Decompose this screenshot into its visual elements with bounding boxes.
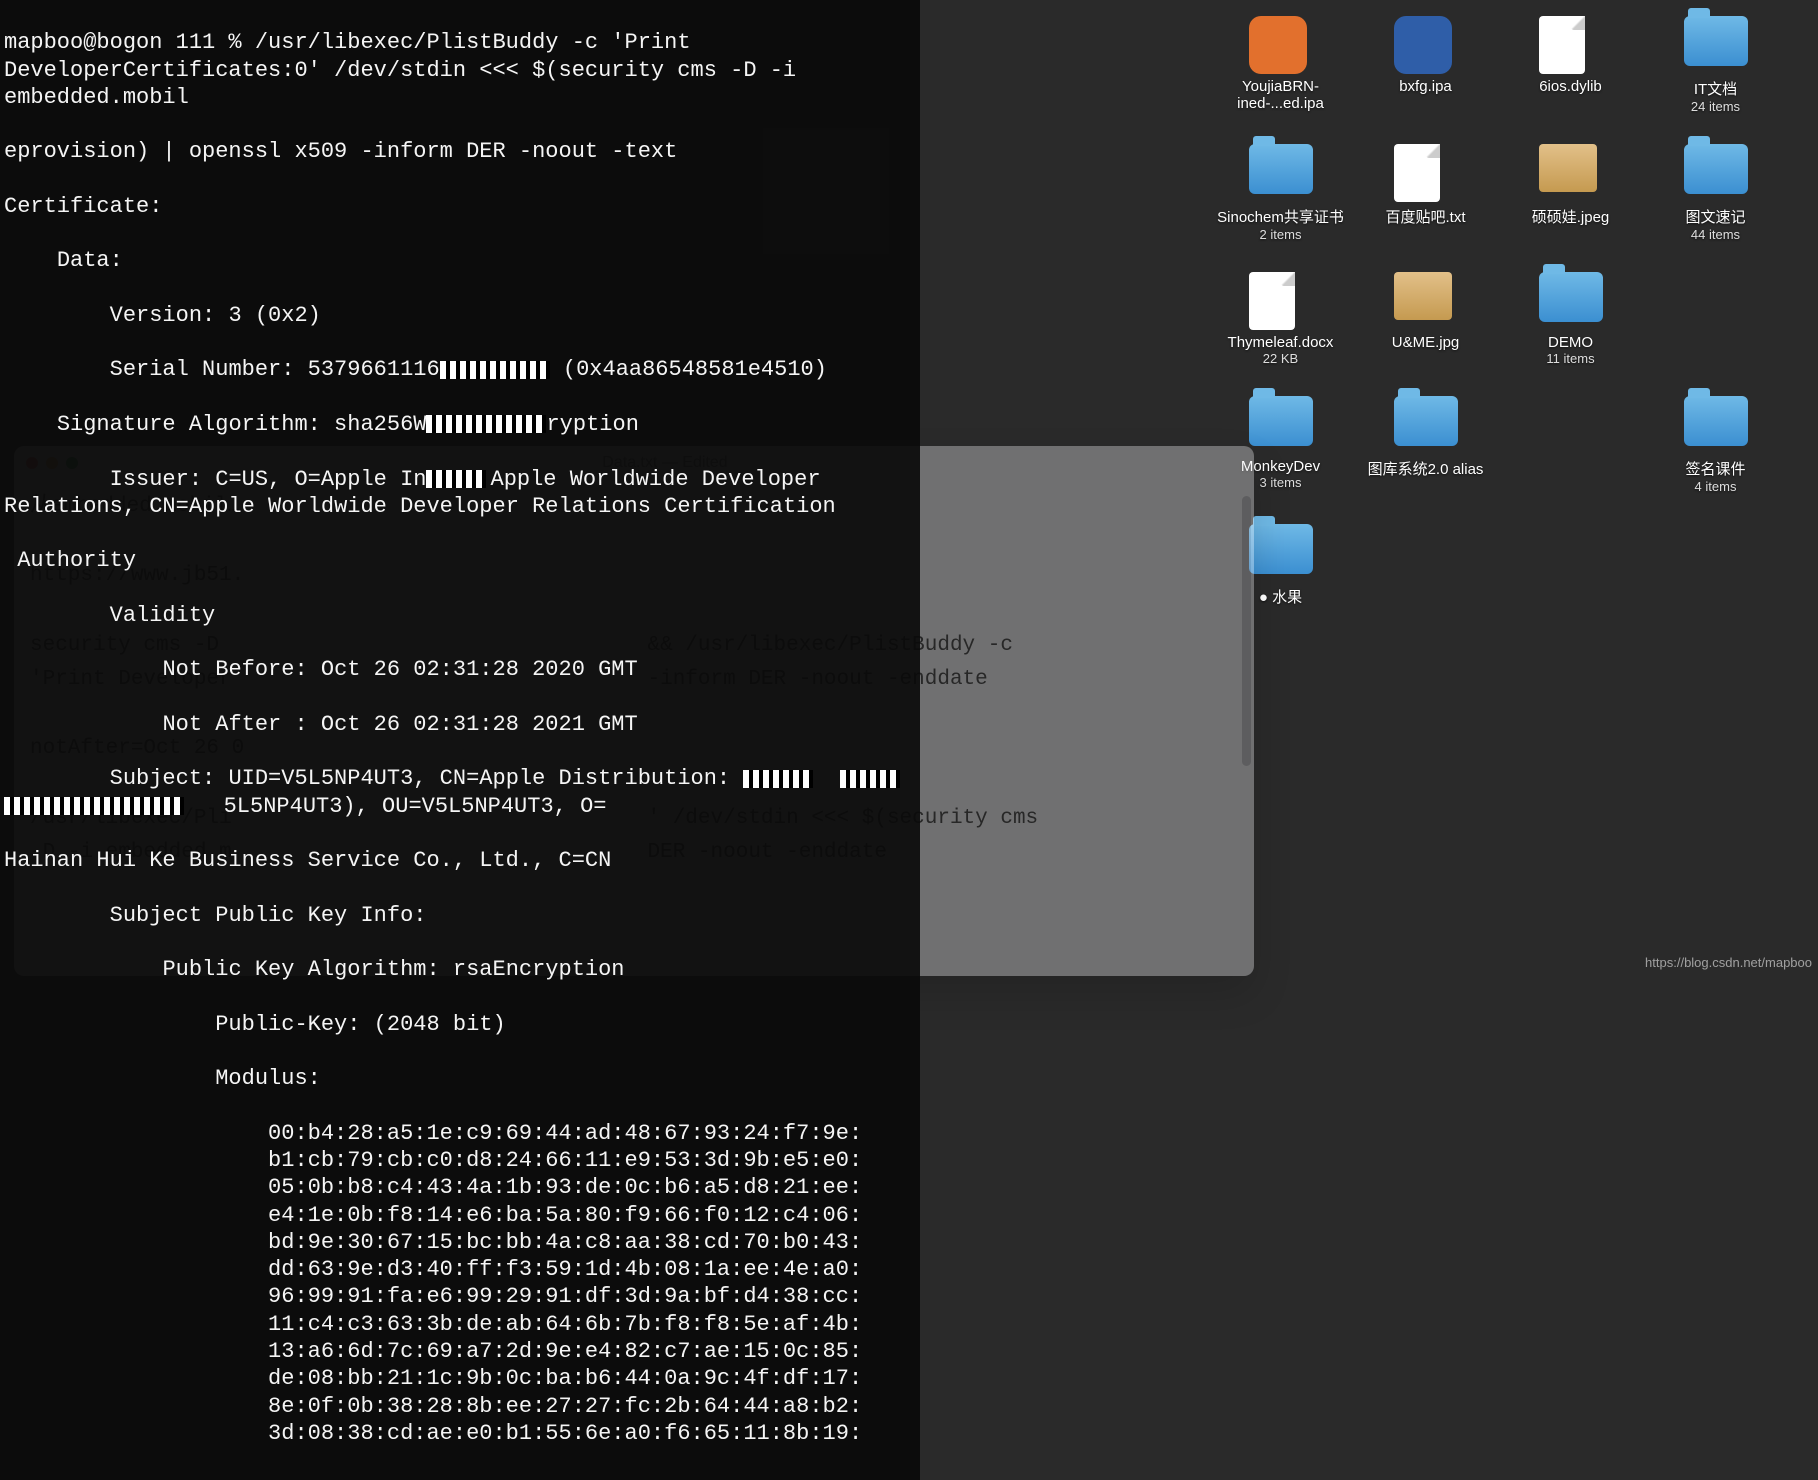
cert-modulus-line: 00:b4:28:a5:1e:c9:69:44:ad:48:67:93:24:f… <box>4 1120 916 1147</box>
app-icon <box>1249 16 1313 72</box>
cert-authority: Authority <box>4 547 916 574</box>
redacted-block <box>743 770 813 788</box>
folder-icon <box>1249 524 1313 580</box>
cert-modulus-line: 3d:08:38:cd:ae:e0:b1:55:6e:a0:f6:65:11:8… <box>4 1420 916 1447</box>
folder-icon <box>1394 396 1458 452</box>
desktop-item-label: 百度贴吧.txt <box>1385 206 1465 227</box>
cert-modulus-line: e4:1e:0b:f8:14:e6:ba:5a:80:f9:66:f0:12:c… <box>4 1202 916 1229</box>
desktop-item[interactable]: U&ME.jpg <box>1353 272 1498 366</box>
cert-serial: Serial Number: 5379661116 <box>4 357 440 382</box>
app-icon <box>1394 16 1458 72</box>
desktop-item-sublabel: 44 items <box>1691 227 1740 242</box>
desktop-item[interactable]: Sinochem共享证书2 items <box>1208 144 1353 242</box>
redacted-block <box>840 770 900 788</box>
desktop-item-label: 图文速记 <box>1685 206 1745 227</box>
redacted-block <box>4 797 184 815</box>
desktop-item-label: YoujiaBRN-ined-...ed.ipa <box>1208 78 1353 112</box>
desktop-item-sublabel: 3 items <box>1260 475 1302 490</box>
cert-modulus-line: 11:c4:c3:63:3b:de:ab:64:6b:7b:f8:f8:5e:a… <box>4 1311 916 1338</box>
cert-pkalg: Public Key Algorithm: rsaEncryption <box>4 956 916 983</box>
document-icon <box>1394 144 1458 200</box>
cert-modulus-line: 05:0b:b8:c4:43:4a:1b:93:de:0c:b6:a5:d8:2… <box>4 1174 916 1201</box>
desktop-item-sublabel: 2 items <box>1260 227 1302 242</box>
desktop-item-sublabel: 24 items <box>1691 99 1740 114</box>
folder-icon <box>1539 272 1603 328</box>
desktop-item-label: U&ME.jpg <box>1392 334 1460 351</box>
cert-data: Data: <box>4 247 916 274</box>
cert-modulus-line: 13:a6:6d:7c:69:a7:2d:9e:e4:82:c7:ae:15:0… <box>4 1338 916 1365</box>
cert-modulus: Modulus: <box>4 1065 916 1092</box>
desktop-item[interactable]: 硕硕娃.jpeg <box>1498 144 1643 242</box>
cert-pkbits: Public-Key: (2048 bit) <box>4 1011 916 1038</box>
cert-not-before: Not Before: Oct 26 02:31:28 2020 GMT <box>4 656 916 683</box>
folder-icon <box>1684 144 1748 200</box>
desktop-item[interactable]: DEMO11 items <box>1498 272 1643 366</box>
redacted-block <box>426 470 486 488</box>
desktop-item-label: 图库系统2.0 alias <box>1368 458 1484 479</box>
cert-modulus-line: dd:63:9e:d3:40:ff:f3:59:1d:4b:08:1a:ee:4… <box>4 1256 916 1283</box>
cert-spki: Subject Public Key Info: <box>4 902 916 929</box>
redacted-block <box>440 361 550 379</box>
desktop-item[interactable]: bxfg.ipa <box>1353 16 1498 114</box>
desktop-item-label: DEMO <box>1548 334 1593 351</box>
cert-modulus-line: b1:cb:79:cb:c0:d8:24:66:11:e9:53:3d:9b:e… <box>4 1147 916 1174</box>
image-icon <box>1539 144 1603 200</box>
cert-header: Certificate: <box>4 193 916 220</box>
desktop-item-label: 6ios.dylib <box>1539 78 1602 95</box>
desktop-item[interactable]: 6ios.dylib <box>1498 16 1643 114</box>
desktop-item[interactable]: YoujiaBRN-ined-...ed.ipa <box>1208 16 1353 114</box>
desktop-item-label: 签名课件 <box>1685 458 1745 479</box>
cert-sigalg: Signature Algorithm: sha256W <box>4 412 426 437</box>
desktop-item[interactable]: IT文档24 items <box>1643 16 1788 114</box>
desktop-item[interactable]: 签名课件4 items <box>1643 396 1788 494</box>
scrollbar-thumb[interactable] <box>1242 496 1251 766</box>
desktop-item-sublabel: 22 KB <box>1263 351 1298 366</box>
terminal-window[interactable]: mapboo@bogon 111 % /usr/libexec/PlistBud… <box>0 0 920 1480</box>
desktop-item-label: IT文档 <box>1694 78 1737 99</box>
cert-modulus-line: 8e:0f:0b:38:28:8b:ee:27:27:fc:2b:64:44:a… <box>4 1393 916 1420</box>
cert-version: Version: 3 (0x2) <box>4 302 916 329</box>
folder-icon <box>1249 144 1313 200</box>
desktop-item[interactable]: Thymeleaf.docx22 KB <box>1208 272 1353 366</box>
desktop-item-label: bxfg.ipa <box>1399 78 1452 95</box>
cert-modulus-line: bd:9e:30:67:15:bc:bb:4a:c8:aa:38:cd:70:b… <box>4 1229 916 1256</box>
desktop-item-label: Thymeleaf.docx <box>1228 334 1334 351</box>
cert-subject-cont: Hainan Hui Ke Business Service Co., Ltd.… <box>4 847 916 874</box>
image-icon <box>1394 272 1458 328</box>
desktop-item[interactable]: 百度贴吧.txt <box>1353 144 1498 242</box>
desktop-item-label: 硕硕娃.jpeg <box>1532 206 1610 227</box>
cert-modulus-line: de:08:bb:21:1c:9b:0c:ba:b6:44:0a:9c:4f:d… <box>4 1365 916 1392</box>
folder-icon <box>1684 396 1748 452</box>
redacted-block <box>426 415 546 433</box>
folder-icon <box>1684 16 1748 72</box>
desktop-item[interactable]: 图库系统2.0 alias <box>1353 396 1498 494</box>
document-icon <box>1249 272 1313 328</box>
cert-validity: Validity <box>4 602 916 629</box>
folder-icon <box>1249 396 1313 452</box>
desktop-item-sublabel: 11 items <box>1546 351 1594 366</box>
cert-modulus-line: 96:99:91:fa:e6:99:29:91:df:3d:9a:bf:d4:3… <box>4 1283 916 1310</box>
desktop-item[interactable]: 图文速记44 items <box>1643 144 1788 242</box>
watermark: https://blog.csdn.net/mapboo <box>1645 955 1812 970</box>
desktop-item-label: Sinochem共享证书 <box>1217 206 1344 227</box>
document-icon <box>1539 16 1603 72</box>
desktop-item-sublabel: 4 items <box>1695 479 1737 494</box>
desktop-icons: YoujiaBRN-ined-...ed.ipa bxfg.ipa 6ios.dyl… <box>1198 0 1818 976</box>
cert-not-after: Not After : Oct 26 02:31:28 2021 GMT <box>4 711 916 738</box>
terminal-prompt: mapboo@bogon 111 % <box>4 30 255 55</box>
cert-serial-hex: (0x4aa86548581e4510) <box>550 357 827 382</box>
cert-subject: Subject: UID=V5L5NP4UT3, CN=Apple Distri… <box>4 766 743 791</box>
desktop-item-label: ● 水果 <box>1259 586 1302 607</box>
cert-issuer: Issuer: C=US, O=Apple In <box>4 467 426 492</box>
terminal-command-cont: eprovision) | openssl x509 -inform DER -… <box>4 138 916 165</box>
